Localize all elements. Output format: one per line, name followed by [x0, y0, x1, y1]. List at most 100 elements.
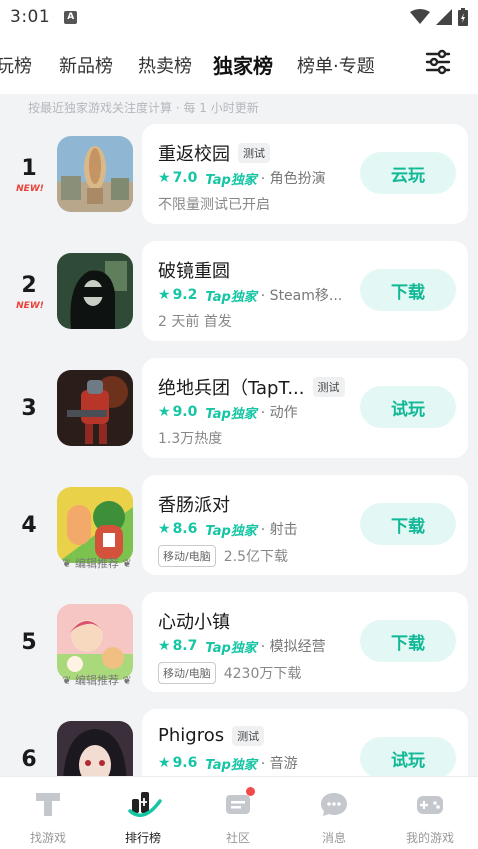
- status-icons: [410, 8, 468, 26]
- game-icon[interactable]: [57, 253, 133, 329]
- new-badge: NEW!: [16, 301, 44, 311]
- signal-icon: [436, 9, 452, 25]
- nav-label: 社区: [225, 831, 250, 845]
- game-icon[interactable]: [57, 487, 133, 563]
- rank-number: 2: [21, 273, 37, 298]
- tap-logo-icon: [33, 789, 63, 819]
- editor-pick-text: 编辑推荐: [75, 557, 119, 570]
- game-title: 重返校园: [158, 144, 230, 165]
- game-score: 7.0: [172, 170, 198, 186]
- nav-my-games[interactable]: 我的游戏: [390, 789, 470, 846]
- game-score: 9.2: [172, 287, 198, 303]
- test-tag: 测试: [238, 143, 270, 163]
- star-icon: ★: [158, 521, 171, 537]
- game-score: 9.0: [172, 404, 198, 420]
- game-title: 心动小镇: [158, 612, 230, 633]
- star-icon: ★: [158, 755, 171, 771]
- game-title: 香肠派对: [158, 495, 230, 516]
- game-score: 9.6: [172, 755, 198, 771]
- game-title: 绝地兵团（TapT...: [158, 378, 305, 399]
- tab-bestseller-rank[interactable]: 热卖榜: [138, 52, 192, 78]
- tab-label: 玩榜: [0, 56, 32, 77]
- game-card[interactable]: 重返校园 测试 ★ 7.0 Tap独家 · 角色扮演 不限量测试已开启 云玩: [142, 124, 468, 224]
- trial-play-button[interactable]: 试玩: [360, 386, 456, 428]
- game-subtitle: 不限量测试已开启: [158, 197, 270, 213]
- nav-messages[interactable]: 消息: [294, 789, 374, 846]
- game-genre: · 音游: [260, 756, 298, 772]
- star-icon: ★: [158, 287, 171, 303]
- game-title: 破镜重圆: [158, 261, 230, 282]
- editor-pick-label: ❦ 编辑推荐 ❦: [62, 557, 132, 570]
- nav-find-games[interactable]: 找游戏: [8, 789, 88, 846]
- rank-tabs: 玩榜 新品榜 热卖榜 独家榜 榜单·专题: [0, 34, 478, 94]
- game-score: 8.6: [172, 521, 198, 537]
- game-genre: · 角色扮演: [260, 171, 326, 187]
- ranking-list[interactable]: 按最近独家游戏关注度计算 · 每 1 小时更新 1 NEW! 重返校园 测试 ★…: [0, 94, 478, 776]
- cloud-play-button[interactable]: 云玩: [360, 152, 456, 194]
- filter-button[interactable]: [424, 48, 452, 76]
- tab-label: 榜单·专题: [297, 56, 375, 77]
- game-card[interactable]: 破镜重圆 ★ 9.2 Tap独家 · Steam移... 2 天前 首发 下载: [142, 241, 468, 341]
- tap-exclusive-label: Tap独家: [205, 640, 257, 656]
- game-row[interactable]: 6 Phigros 测试 ★ 9.6 Tap独家 · 音游 试玩: [0, 709, 478, 776]
- nav-label: 排行榜: [124, 831, 161, 845]
- game-icon[interactable]: [57, 136, 133, 212]
- game-icon[interactable]: [57, 721, 133, 776]
- wifi-icon: [410, 9, 430, 24]
- nav-label: 我的游戏: [405, 831, 454, 845]
- game-card[interactable]: Phigros 测试 ★ 9.6 Tap独家 · 音游 试玩: [142, 709, 468, 776]
- game-score: 8.7: [172, 638, 198, 654]
- game-genre: · Steam移...: [260, 288, 343, 304]
- tab-new-rank[interactable]: 新品榜: [59, 52, 113, 78]
- game-title: Phigros: [158, 725, 225, 746]
- nav-rankings[interactable]: 排行榜: [103, 789, 183, 846]
- heart-town-icon: [57, 604, 133, 680]
- rank-number: 5: [21, 630, 37, 655]
- download-button[interactable]: 下载: [360, 269, 456, 311]
- game-card[interactable]: 香肠派对 ★ 8.6 Tap独家 · 射击 移动/电脑 2.5亿下载 下载: [142, 475, 468, 575]
- nav-community[interactable]: 社区: [198, 787, 278, 846]
- ranking-caption: 按最近独家游戏关注度计算 · 每 1 小时更新: [28, 101, 259, 115]
- rank-number: 4: [21, 513, 37, 538]
- tab-label: 热卖榜: [138, 56, 192, 77]
- status-time: 3:01: [10, 7, 51, 27]
- game-subtitle: 2 天前 首发: [158, 314, 232, 330]
- game-row[interactable]: 4 ❦ 编辑推荐 ❦ 香肠派对 ★ 8.6 Tap独家 · 射击 移动/电脑 2…: [0, 475, 478, 579]
- tab-exclusive-rank[interactable]: 独家榜: [213, 50, 273, 79]
- platform-tag: 移动/电脑: [158, 662, 216, 684]
- game-row[interactable]: 3 绝地兵团（TapT... 测试 ★ 9.0 Tap独家 · 动作 1.3万热…: [0, 358, 478, 462]
- tap-exclusive-label: Tap独家: [205, 757, 257, 773]
- game-row[interactable]: 5 ❦ 编辑推荐 ❦ 心动小镇 ★ 8.7 Tap独家 · 模拟经营 移动/电脑…: [0, 592, 478, 696]
- tap-exclusive-label: Tap独家: [205, 523, 257, 539]
- tab-lists-topics[interactable]: 榜单·专题: [297, 52, 375, 78]
- editor-pick-text: 编辑推荐: [75, 674, 119, 687]
- rank-number: 6: [21, 747, 37, 772]
- game-icon[interactable]: [57, 370, 133, 446]
- chat-bubble-icon: [319, 789, 349, 819]
- nav-label: 找游戏: [29, 831, 66, 845]
- rank-number: 1: [21, 156, 37, 181]
- anime-girl-icon: [57, 721, 133, 776]
- tap-exclusive-label: Tap独家: [205, 289, 257, 305]
- game-genre: · 射击: [260, 522, 298, 538]
- gamepad-icon: [415, 789, 445, 819]
- game-genre: · 动作: [260, 405, 298, 421]
- test-tag: 测试: [312, 377, 345, 397]
- trial-play-button[interactable]: 试玩: [360, 737, 456, 776]
- game-subtitle: 4230万下载: [223, 666, 302, 682]
- star-icon: ★: [158, 638, 171, 654]
- mech-soldier-icon: [57, 370, 133, 446]
- game-card[interactable]: 绝地兵团（TapT... 测试 ★ 9.0 Tap独家 · 动作 1.3万热度 …: [142, 358, 468, 458]
- game-genre: · 模拟经营: [260, 639, 326, 655]
- game-row[interactable]: 1 NEW! 重返校园 测试 ★ 7.0 Tap独家 · 角色扮演 不限量测试已…: [0, 124, 478, 228]
- rankings-icon: [128, 789, 162, 819]
- tab-label: 新品榜: [59, 56, 113, 77]
- game-icon[interactable]: [57, 604, 133, 680]
- tab-play-rank[interactable]: 玩榜: [0, 52, 32, 78]
- game-row[interactable]: 2 NEW! 破镜重圆 ★ 9.2 Tap独家 · Steam移... 2 天前…: [0, 241, 478, 345]
- game-card[interactable]: 心动小镇 ★ 8.7 Tap独家 · 模拟经营 移动/电脑 4230万下载 下载: [142, 592, 468, 692]
- download-button[interactable]: 下载: [360, 503, 456, 545]
- download-button[interactable]: 下载: [360, 620, 456, 662]
- tab-label: 独家榜: [213, 54, 273, 78]
- status-bar: 3:01 A: [0, 0, 478, 34]
